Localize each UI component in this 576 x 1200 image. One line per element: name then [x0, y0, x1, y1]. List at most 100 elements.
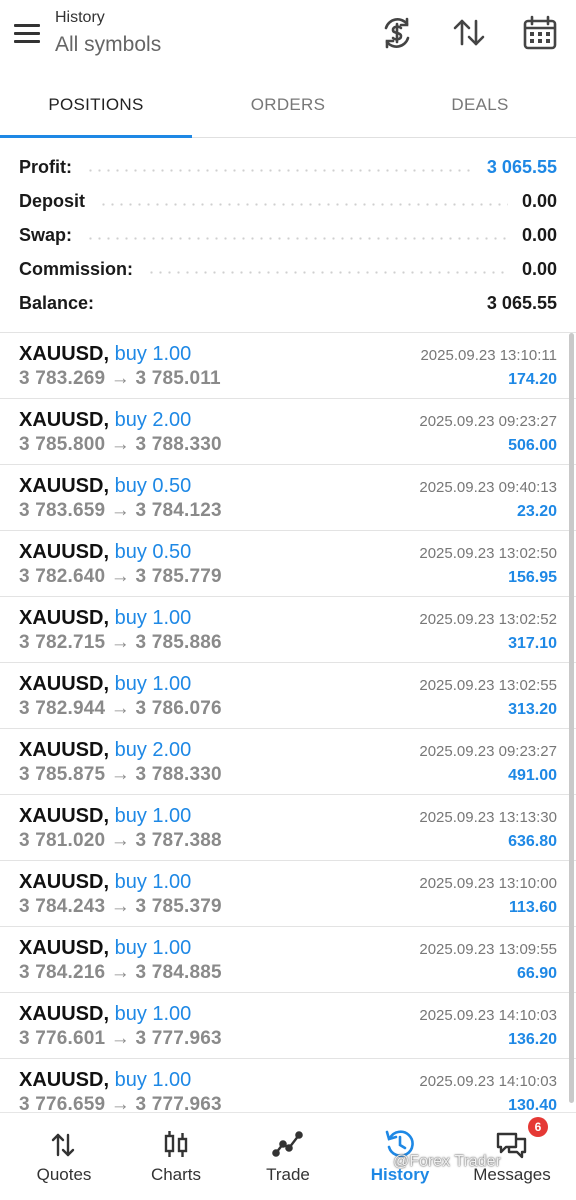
- deal-time: 2025.09.23 13:02:50: [419, 545, 557, 562]
- list-item[interactable]: XAUUSD, buy 1.00 3 776.601 → 3 777.963 202…: [0, 993, 576, 1059]
- deal-profit: 66.90: [516, 965, 557, 982]
- menu-icon[interactable]: [14, 22, 42, 44]
- summary-label: Swap:: [19, 224, 73, 245]
- list-item[interactable]: XAUUSD, buy 1.00 3 784.243 → 3 785.379 202…: [0, 861, 576, 927]
- deal-profit: 136.20: [508, 1031, 557, 1048]
- summary-profit-value: 3 065.55: [486, 156, 557, 177]
- deal-prices: 3 782.640 → 3 785.779: [19, 566, 222, 587]
- nav-label: Charts: [150, 1165, 202, 1184]
- list-item[interactable]: XAUUSD, buy 2.00 3 785.875 → 3 788.330 202…: [0, 729, 576, 795]
- symbol-name: XAUUSD,: [19, 1069, 110, 1091]
- deal-time: 2025.09.23 14:10:03: [419, 1007, 557, 1024]
- deal-symbol: XAUUSD, buy 2.00: [19, 409, 191, 432]
- deal-prices: 3 785.800 → 3 788.330: [19, 434, 222, 455]
- dot-leader: [99, 202, 508, 206]
- summary-swap-value: 0.00: [521, 224, 557, 245]
- deal-time: 2025.09.23 13:10:00: [419, 875, 557, 892]
- list-item[interactable]: XAUUSD, buy 2.00 3 785.800 → 3 788.330 202…: [0, 399, 576, 465]
- deal-direction: buy 2.00: [114, 739, 192, 761]
- list-item[interactable]: XAUUSD, buy 1.00 3 784.216 → 3 784.885 202…: [0, 927, 576, 993]
- summary-deposit-value: 0.00: [521, 190, 557, 211]
- deal-direction: buy 0.50: [114, 475, 192, 497]
- deal-profit: 313.20: [508, 701, 557, 718]
- summary-label: Balance:: [19, 292, 95, 313]
- symbol-filter[interactable]: All symbols: [55, 33, 161, 57]
- list-item[interactable]: XAUUSD, buy 0.50 3 782.640 → 3 785.779 202…: [0, 531, 576, 597]
- currency-swap-icon[interactable]: [378, 14, 416, 52]
- list-item[interactable]: XAUUSD, buy 0.50 3 783.659 → 3 784.123 202…: [0, 465, 576, 531]
- deal-direction: buy 1.00: [114, 937, 192, 959]
- deal-symbol: XAUUSD, buy 1.00: [19, 673, 191, 696]
- summary-label: Profit:: [19, 156, 72, 177]
- list-item[interactable]: XAUUSD, buy 1.00 3 776.659 → 3 777.963 202…: [0, 1059, 576, 1110]
- deal-symbol: XAUUSD, buy 0.50: [19, 541, 191, 564]
- summary-label: Deposit: [19, 190, 86, 211]
- symbol-name: XAUUSD,: [19, 607, 110, 629]
- symbol-name: XAUUSD,: [19, 739, 110, 761]
- deal-direction: buy 1.00: [114, 607, 192, 629]
- deal-prices: 3 781.020 → 3 787.388: [19, 830, 222, 851]
- deal-prices: 3 784.216 → 3 784.885: [19, 962, 222, 983]
- tab-deals[interactable]: DEALS: [384, 80, 576, 136]
- scrollbar[interactable]: [569, 333, 574, 1103]
- symbol-name: XAUUSD,: [19, 673, 110, 695]
- account-summary: Profit: 3 065.55 Deposit 0.00 Swap: 0.00…: [0, 148, 576, 332]
- deal-profit: 23.20: [516, 503, 557, 520]
- deal-direction: buy 1.00: [114, 805, 192, 827]
- symbol-name: XAUUSD,: [19, 805, 110, 827]
- list-item[interactable]: XAUUSD, buy 1.00 3 783.269 → 3 785.011 202…: [0, 333, 576, 399]
- nav-label: Quotes: [36, 1165, 92, 1184]
- nav-charts[interactable]: Charts: [120, 1113, 232, 1200]
- dot-leader: [108, 305, 473, 308]
- deal-prices: 3 784.243 → 3 785.379: [19, 896, 222, 917]
- nav-quotes[interactable]: Quotes: [8, 1113, 120, 1200]
- nav-trade[interactable]: Trade: [232, 1113, 344, 1200]
- deal-profit: 130.40: [508, 1097, 557, 1110]
- deal-symbol: XAUUSD, buy 1.00: [19, 1003, 191, 1026]
- list-item[interactable]: XAUUSD, buy 1.00 3 781.020 → 3 787.388 202…: [0, 795, 576, 861]
- deal-symbol: XAUUSD, buy 1.00: [19, 343, 191, 366]
- quotes-icon: [46, 1127, 82, 1161]
- deal-time: 2025.09.23 13:02:52: [419, 611, 557, 628]
- deal-time: 2025.09.23 13:10:11: [420, 347, 557, 364]
- symbol-name: XAUUSD,: [19, 1003, 110, 1025]
- summary-deposit-row: Deposit 0.00: [19, 186, 557, 216]
- list-item[interactable]: XAUUSD, buy 1.00 3 782.715 → 3 785.886 202…: [0, 597, 576, 663]
- charts-icon: [158, 1127, 194, 1161]
- calendar-icon[interactable]: [521, 14, 559, 52]
- summary-label: Commission:: [19, 258, 134, 279]
- deal-symbol: XAUUSD, buy 1.00: [19, 1069, 191, 1092]
- deal-symbol: XAUUSD, buy 1.00: [19, 937, 191, 960]
- sort-icon[interactable]: [450, 14, 488, 52]
- deal-profit: 636.80: [508, 833, 557, 850]
- symbol-name: XAUUSD,: [19, 343, 110, 365]
- deal-prices: 3 782.715 → 3 785.886: [19, 632, 222, 653]
- page-title: History: [55, 9, 105, 26]
- deal-profit: 156.95: [508, 569, 557, 586]
- symbol-name: XAUUSD,: [19, 409, 110, 431]
- deal-time: 2025.09.23 09:40:13: [419, 479, 557, 496]
- messages-badge: 6: [528, 1117, 548, 1137]
- deal-profit: 491.00: [508, 767, 557, 784]
- deal-time: 2025.09.23 14:10:03: [419, 1073, 557, 1090]
- deal-profit: 174.20: [508, 371, 557, 388]
- deal-time: 2025.09.23 13:13:30: [419, 809, 557, 826]
- history-tabs: POSITIONS ORDERS DEALS: [0, 80, 576, 138]
- summary-profit-row: Profit: 3 065.55: [19, 152, 557, 182]
- list-item[interactable]: XAUUSD, buy 1.00 3 782.944 → 3 786.076 202…: [0, 663, 576, 729]
- deal-direction: buy 2.00: [114, 409, 192, 431]
- symbol-name: XAUUSD,: [19, 541, 110, 563]
- positions-list[interactable]: XAUUSD, buy 1.00 3 783.269 → 3 785.011 202…: [0, 333, 576, 1110]
- nav-label: Trade: [266, 1165, 310, 1184]
- app-header: History All symbols: [0, 0, 576, 80]
- deal-profit: 506.00: [508, 437, 557, 454]
- deal-direction: buy 1.00: [114, 871, 192, 893]
- summary-balance-row: Balance: 3 065.55: [19, 288, 557, 318]
- active-tab-indicator: [0, 135, 192, 138]
- tab-positions[interactable]: POSITIONS: [0, 80, 192, 136]
- deal-prices: 3 776.601 → 3 777.963: [19, 1028, 222, 1049]
- deal-symbol: XAUUSD, buy 0.50: [19, 475, 191, 498]
- tab-orders[interactable]: ORDERS: [192, 80, 384, 136]
- deal-direction: buy 1.00: [114, 1069, 192, 1091]
- deal-symbol: XAUUSD, buy 2.00: [19, 739, 191, 762]
